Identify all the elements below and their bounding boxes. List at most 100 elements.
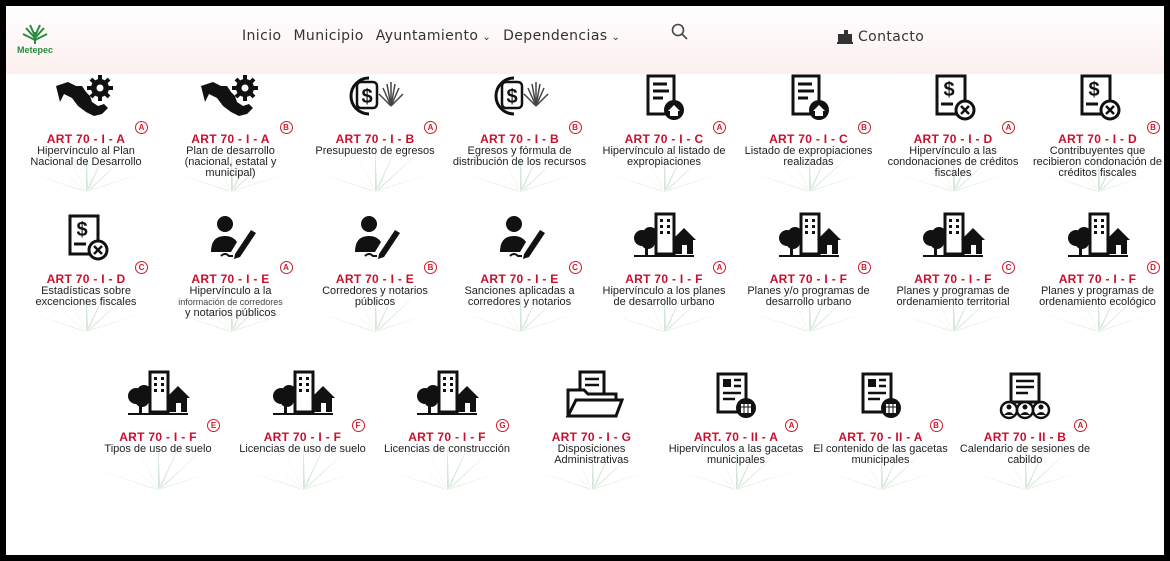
tile-description: Licencias de construcción (384, 443, 510, 455)
tile-article: ART 70 - I - D (46, 272, 126, 286)
tile-article: ART 70 - I - F (625, 272, 703, 286)
transparency-tile[interactable]: $ A ART 70 - I - B Presupuesto de egresos (303, 72, 447, 192)
svg-text:$: $ (506, 86, 517, 108)
city-tree-house-icon (777, 212, 841, 264)
nav-item-municipio[interactable]: Municipio (293, 28, 363, 44)
transparency-tile[interactable]: F ART 70 - I - F Licencias de uso de suelo (231, 370, 375, 490)
tile-article: ART 70 - I - B (335, 132, 415, 146)
dollar-agave-icon: $ (488, 72, 552, 124)
dollar-document-x-icon: $ (54, 212, 118, 264)
person-pen-icon (343, 212, 407, 264)
contact-link[interactable]: Contacto (836, 28, 924, 46)
transparency-tile[interactable]: B ART 70 - I - E Corredores y notarios púb… (303, 212, 447, 332)
nav-item-label: Municipio (293, 28, 364, 44)
document-house-icon (777, 72, 841, 124)
transparency-tile[interactable]: A ART 70 - I - E Hipervínculo a la informac… (159, 212, 303, 332)
tile-description: Planes y programas de ordenamiento ecoló… (1039, 285, 1156, 308)
tile-article: ART 70 - I - F (1058, 272, 1137, 286)
city-tree-house-icon (921, 212, 985, 264)
transparency-tile[interactable]: C ART 70 - I - E Sanciones aplicadas a cor… (448, 212, 592, 332)
tile-article: ART 70 - I - C (769, 132, 848, 146)
transparency-tile[interactable]: B ART. 70 - II - A El contenido de las gac… (809, 370, 953, 490)
tile-description: Disposiciones Administrativas (554, 443, 629, 466)
document-house-icon (632, 72, 696, 124)
gazette-calendar-icon (704, 370, 768, 422)
city-tree-house-icon (415, 370, 479, 422)
transparency-grid: A ART 70 - I - A Hipervínculo al Plan Naci… (6, 74, 1164, 555)
tile-article: ART 70 - I - E (191, 272, 270, 286)
person-pen-icon (488, 212, 552, 264)
mexico-map-gear-icon (54, 72, 118, 124)
transparency-tile[interactable]: A ART 70 - II - B Calendario de sesiones d… (953, 370, 1097, 490)
transparency-tile[interactable]: C ART 70 - I - F Planes y programas de ord… (881, 212, 1025, 332)
transparency-tile[interactable]: D ART 70 - I - F Planes y programas de ord… (1026, 212, 1165, 332)
nav-item-inicio[interactable]: Inicio (242, 28, 281, 44)
tile-article: ART 70 - I - D (1058, 132, 1137, 146)
tile-article: ART 70 - I - F (914, 272, 992, 286)
city-tree-house-icon (1066, 212, 1130, 264)
transparency-tile[interactable]: G ART 70 - I - F Licencias de construcción (375, 370, 519, 490)
logo-emblem-icon (22, 24, 48, 44)
person-pen-icon (199, 212, 263, 264)
tile-description-line: Hipervínculo a la (189, 285, 272, 297)
transparency-tile[interactable]: A ART 70 - I - A Hipervínculo al Plan Naci… (14, 72, 158, 192)
transparency-tile[interactable]: $ C ART 70 - I - D Estadísticas sobre excen… (14, 212, 158, 332)
site-logo[interactable]: Metepec (10, 24, 60, 58)
tile-description: Egresos y fórmula de distribución de los… (452, 145, 587, 168)
main-nav: Inicio Municipio Ayuntamiento ⌄ Dependenc… (242, 28, 632, 44)
tile-article: ART 70 - I - C (624, 132, 704, 146)
transparency-tile[interactable]: $ B ART 70 - I - B Egresos y fórmula de dis… (448, 72, 592, 192)
city-tree-house-icon (632, 212, 696, 264)
nav-item-dependencias[interactable]: Dependencias ⌄ (503, 28, 620, 44)
mexico-map-gear-icon (199, 72, 263, 124)
tile-description: Calendario de sesiones de cabildo (959, 443, 1091, 466)
tile-article: ART 70 - I - A (191, 132, 270, 146)
page-frame: Metepec Inicio Municipio Ayuntamiento ⌄ D… (6, 6, 1164, 555)
city-tree-house-icon (271, 370, 335, 422)
tile-article: ART 70 - I - D (913, 132, 993, 146)
logo-text: Metepec (16, 45, 53, 55)
transparency-tile[interactable]: $ B ART 70 - I - D Contribuyentes que recib… (1026, 72, 1165, 192)
tile-article: ART 70 - I - F (263, 430, 342, 444)
tile-description: El contenido de las gacetas municipales (813, 443, 948, 466)
svg-text:$: $ (76, 219, 87, 241)
tile-article: ART 70 - I - B (480, 132, 559, 146)
dollar-document-x-icon: $ (921, 72, 985, 124)
chevron-down-icon: ⌄ (611, 32, 621, 43)
transparency-tile[interactable]: E ART 70 - I - F Tipos de uso de suelo (86, 370, 230, 490)
transparency-tile[interactable]: A ART 70 - I - C Hipervínculo al listado d… (592, 72, 736, 192)
transparency-tile[interactable]: A ART. 70 - II - A Hipervínculos a las gac… (664, 370, 808, 490)
tile-description: Planes y/o programas de desarrollo urban… (747, 285, 870, 308)
dollar-agave-icon: $ (343, 72, 407, 124)
tile-article: ART 70 - II - B (983, 430, 1067, 444)
site-header: Metepec Inicio Municipio Ayuntamiento ⌄ D… (6, 6, 1164, 74)
chevron-down-icon: ⌄ (482, 32, 492, 43)
tile-description: Hipervínculo al listado de expropiacione… (602, 145, 726, 168)
transparency-tile[interactable]: B ART 70 - I - C Listado de expropiaciones… (737, 72, 881, 192)
tile-description: Corredores y notarios públicos (322, 285, 428, 308)
tile-article: ART 70 - I - F (769, 272, 848, 286)
gazette-calendar-icon (849, 370, 913, 422)
tile-description-line: y notarios públicos (184, 307, 277, 319)
transparency-tile[interactable]: B ART 70 - I - F Planes y/o programas de d… (737, 212, 881, 332)
tile-description: Licencias de uso de suelo (239, 443, 366, 455)
search-icon[interactable] (670, 22, 690, 42)
tile-description: Contribuyentes que recibieron condonació… (1032, 145, 1163, 179)
transparency-tile[interactable]: $ A ART 70 - I - D Hipervínculo a las condo… (881, 72, 1025, 192)
tile-description: Plan de desarrollo (nacional, estatal y … (184, 145, 277, 179)
dollar-document-x-icon: $ (1066, 72, 1130, 124)
transparency-tile[interactable]: ART 70 - I - G Disposiciones Administrati… (520, 370, 664, 490)
nav-item-label: Ayuntamiento (375, 28, 479, 44)
tile-description: Planes y programas de ordenamiento terri… (896, 285, 1010, 308)
search-input[interactable] (694, 30, 808, 50)
nav-item-ayuntamiento[interactable]: Ayuntamiento ⌄ (376, 28, 491, 44)
transparency-tile[interactable]: B ART 70 - I - A Plan de desarrollo (nacio… (159, 72, 303, 192)
city-tree-house-icon (126, 370, 190, 422)
tile-description: Hipervínculos a las gacetas municipales (668, 443, 804, 466)
tile-description: Sanciones aplicadas a corredores y notar… (464, 285, 575, 308)
mailbox-icon (837, 30, 853, 44)
nav-item-label: Inicio (242, 28, 282, 44)
nav-item-label: Dependencias (503, 28, 608, 44)
folder-document-icon (560, 370, 624, 422)
transparency-tile[interactable]: A ART 70 - I - F Hipervínculo a los planes… (592, 212, 736, 332)
